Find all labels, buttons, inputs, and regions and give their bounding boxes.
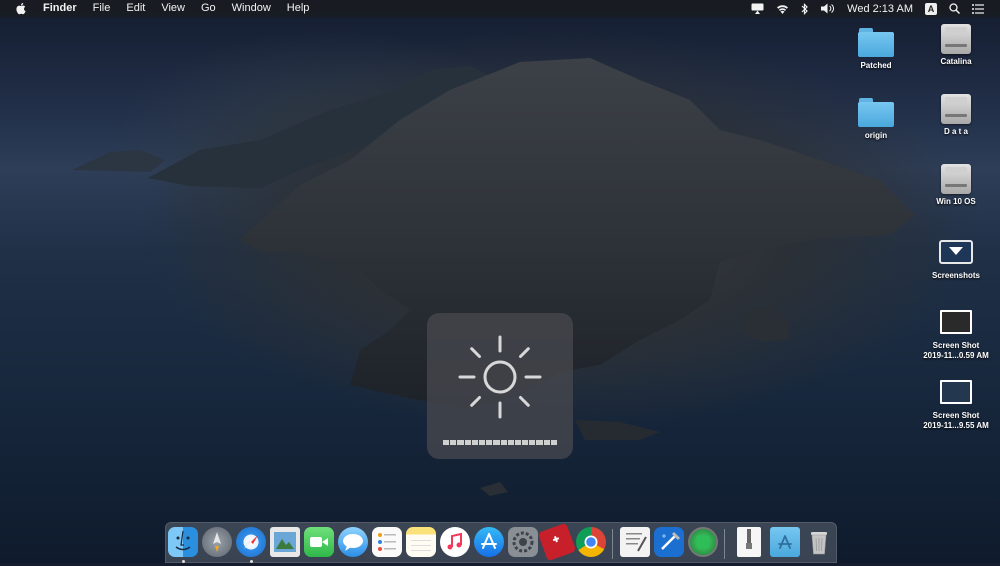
script-editor-icon[interactable]: [620, 527, 650, 557]
brightness-segment: [514, 440, 522, 445]
volume-icon[interactable]: [815, 3, 841, 14]
desktop-icon-data[interactable]: D a t a: [918, 92, 994, 137]
dock: [165, 522, 837, 563]
desktop-icon-screenshots[interactable]: Screenshots: [918, 236, 994, 281]
folder-icon: [857, 26, 895, 58]
menu-edit[interactable]: Edit: [118, 0, 153, 17]
desktop-icon-patched[interactable]: Patched: [838, 26, 914, 71]
menu-go[interactable]: Go: [193, 0, 224, 17]
brightness-segment: [507, 440, 514, 445]
clover-icon[interactable]: [688, 527, 718, 557]
menu-view[interactable]: View: [153, 0, 193, 17]
brightness-segment: [450, 440, 457, 445]
brightness-segment: [543, 440, 550, 445]
brightness-hud: [427, 313, 573, 459]
menu-app-name[interactable]: Finder: [35, 0, 85, 17]
messages-icon[interactable]: [338, 527, 368, 557]
hard-drive-icon: [937, 22, 975, 54]
zip-archive-icon[interactable]: [737, 527, 761, 557]
finder-icon[interactable]: [168, 527, 198, 557]
brightness-segment: [443, 440, 450, 445]
menu-bar: Finder File Edit View Go Window Help Wed…: [0, 0, 1000, 17]
notification-center-icon[interactable]: [966, 3, 990, 14]
sun-icon: [458, 335, 542, 419]
preview-icon[interactable]: [270, 527, 300, 557]
menu-help[interactable]: Help: [279, 0, 318, 17]
dock-separator: [724, 529, 725, 559]
spotlight-search-icon[interactable]: [943, 3, 966, 14]
folder-icon: [857, 96, 895, 128]
desktop-icon-label: origin: [864, 131, 888, 140]
xcode-icon[interactable]: [654, 527, 684, 557]
safari-icon[interactable]: [236, 527, 266, 557]
hard-drive-icon: [937, 92, 975, 124]
desktop-icon-label: D a t a: [943, 127, 968, 136]
apple-menu-icon[interactable]: [14, 2, 27, 15]
screenshots-folder-icon: [937, 236, 975, 268]
input-source-indicator[interactable]: A: [919, 2, 943, 15]
desktop-wallpaper: [72, 58, 915, 496]
menu-clock[interactable]: Wed 2:13 AM: [841, 3, 919, 15]
swiss-knife-icon[interactable]: [537, 522, 577, 562]
airplay-icon[interactable]: [745, 3, 770, 14]
desktop-icon-sublabel: 2019-11...9.55 AM: [923, 421, 989, 430]
menu-window[interactable]: Window: [224, 0, 279, 17]
brightness-level-bar: [443, 440, 557, 445]
launchpad-icon[interactable]: [202, 527, 232, 557]
desktop-icon-screenshot-1[interactable]: Screen Shot 2019-11...0.59 AM: [918, 306, 994, 361]
reminders-icon[interactable]: [372, 527, 402, 557]
brightness-segment: [550, 440, 557, 445]
app-store-icon[interactable]: [474, 527, 504, 557]
brightness-segment: [471, 440, 478, 445]
chrome-icon[interactable]: [576, 527, 606, 557]
desktop-icon-label: Screen Shot: [932, 411, 980, 420]
screenshot-thumbnail-icon: [937, 376, 975, 408]
facetime-icon[interactable]: [304, 527, 334, 557]
brightness-segment: [529, 440, 536, 445]
brightness-segment: [522, 440, 529, 445]
music-icon[interactable]: [440, 527, 470, 557]
desktop-icon-label: Screen Shot: [932, 341, 980, 350]
desktop-icon-label: Patched: [860, 61, 892, 70]
brightness-segment: [464, 440, 471, 445]
brightness-segment: [536, 440, 543, 445]
desktop-icon-label: Win 10 OS: [936, 197, 976, 206]
brightness-segment: [500, 440, 507, 445]
desktop-icon-label: Screenshots: [931, 271, 981, 280]
desktop-icon-label: Catalina: [940, 57, 972, 66]
system-preferences-icon[interactable]: [508, 527, 538, 557]
brightness-segment: [457, 440, 464, 445]
brightness-segment: [486, 440, 493, 445]
hard-drive-icon: [937, 162, 975, 194]
dock-separator: [612, 529, 613, 559]
brightness-segment: [478, 440, 486, 445]
applications-folder-icon[interactable]: [770, 527, 800, 557]
menu-file[interactable]: File: [85, 0, 119, 17]
desktop-icon-win10os[interactable]: Win 10 OS: [918, 162, 994, 207]
brightness-segment: [493, 440, 500, 445]
trash-icon[interactable]: [804, 527, 834, 557]
screenshot-thumbnail-icon: [937, 306, 975, 338]
wifi-icon[interactable]: [770, 4, 795, 14]
desktop-icon-catalina[interactable]: Catalina: [918, 22, 994, 67]
notes-icon[interactable]: [406, 527, 436, 557]
desktop-icon-origin[interactable]: origin: [838, 96, 914, 141]
bluetooth-icon[interactable]: [795, 2, 815, 15]
desktop-icon-screenshot-2[interactable]: Screen Shot 2019-11...9.55 AM: [918, 376, 994, 431]
desktop-icon-sublabel: 2019-11...0.59 AM: [923, 351, 989, 360]
